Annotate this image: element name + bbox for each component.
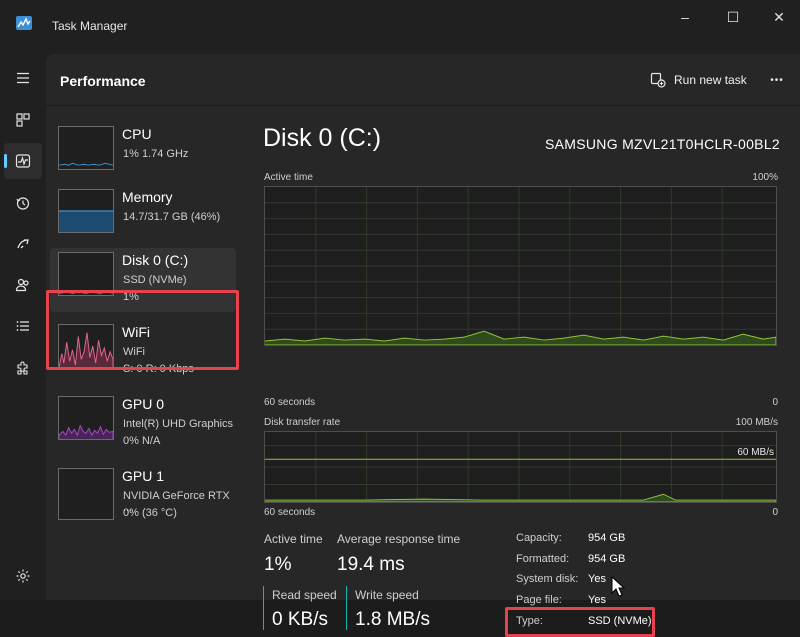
page-file-value: Yes: [588, 594, 606, 606]
more-options-button[interactable]: •••: [762, 64, 792, 96]
transfer-rate-graph-min: 0: [772, 507, 778, 518]
nav-startup-apps[interactable]: [4, 226, 42, 262]
memory-thumbnail-graph: [58, 189, 114, 233]
maximize-button[interactable]: ☐: [710, 0, 756, 34]
device-cpu[interactable]: CPU 1% 1.74 GHz: [50, 122, 236, 186]
run-task-icon: [650, 72, 666, 88]
device-usage: 0% (36 °C): [123, 507, 177, 519]
close-icon: ✕: [773, 8, 785, 25]
active-time-label: Active time: [264, 532, 323, 546]
active-time-graph-min: 0: [772, 397, 778, 408]
startup-icon: [17, 239, 29, 249]
device-list: CPU 1% 1.74 GHz Memory 14.7/31.7 GB (46%…: [46, 108, 246, 600]
formatted-label: Formatted:: [516, 553, 570, 565]
run-new-task-label: Run new task: [674, 73, 747, 87]
gpu0-thumbnail-graph: [58, 396, 114, 440]
minimize-icon: –: [681, 9, 689, 25]
device-gpu-1[interactable]: GPU 1 NVIDIA GeForce RTX ... 0% (36 °C): [50, 464, 236, 528]
device-memory[interactable]: Memory 14.7/31.7 GB (46%): [50, 185, 236, 249]
device-name: GPU 1: [122, 468, 165, 484]
more-options-icon: •••: [770, 74, 784, 86]
active-time-graph-duration: 60 seconds: [264, 397, 316, 408]
services-puzzle-icon: [17, 361, 28, 375]
device-gpu-0[interactable]: GPU 0 Intel(R) UHD Graphics 0% N/A: [50, 392, 236, 456]
disk-detail-panel: Disk 0 (C:) SAMSUNG MZVL21T0HCLR-00BL2 A…: [260, 108, 800, 637]
highlight-box-disk: [46, 290, 239, 370]
users-icon: [15, 278, 29, 292]
mouse-cursor-icon: [611, 576, 625, 597]
gear-icon: [16, 569, 30, 583]
device-stat: 1% 1.74 GHz: [123, 148, 189, 160]
disk-model: SAMSUNG MZVL21T0HCLR-00BL2: [545, 136, 780, 152]
device-stat: 14.7/31.7 GB (46%): [123, 211, 221, 223]
history-icon: [16, 197, 30, 210]
avg-response-label: Average response time: [337, 532, 461, 546]
nav-services[interactable]: [4, 350, 42, 386]
page-header: Performance Run new task •••: [46, 54, 800, 106]
active-time-graph-label: Active time: [264, 172, 313, 183]
maximize-icon: ☐: [726, 8, 740, 25]
read-speed-value: 0 KB/s: [272, 609, 328, 630]
device-name: Disk 0 (C:): [122, 252, 189, 268]
active-time-graph-max: 100%: [752, 172, 778, 183]
hamburger-menu-button[interactable]: [4, 60, 42, 96]
nav-users[interactable]: [4, 267, 42, 303]
gpu1-thumbnail-graph: [58, 468, 114, 520]
transfer-rate-graph: [264, 431, 777, 503]
device-name: CPU: [122, 126, 152, 142]
device-model: Intel(R) UHD Graphics: [123, 418, 234, 430]
transfer-rate-graph-label: Disk transfer rate: [264, 417, 341, 428]
task-manager-window: Task Manager – ☐ ✕ Performance Run new t…: [0, 0, 800, 637]
device-type: SSD (NVMe): [123, 274, 187, 286]
read-speed-indicator: [263, 586, 264, 630]
nav-app-history[interactable]: [4, 185, 42, 221]
task-manager-app-icon: [16, 16, 32, 30]
minimize-button[interactable]: –: [662, 0, 708, 34]
highlight-box-type: [505, 607, 655, 637]
nav-settings[interactable]: [4, 558, 42, 594]
processes-icon: [16, 113, 30, 127]
close-button[interactable]: ✕: [756, 0, 800, 34]
capacity-label: Capacity:: [516, 532, 562, 544]
navigation-rail: [0, 54, 46, 600]
transfer-rate-scale-marker: 60 MB/s: [737, 447, 774, 458]
window-title: Task Manager: [52, 19, 128, 33]
system-disk-value: Yes: [588, 573, 606, 585]
nav-performance[interactable]: [4, 143, 42, 179]
cpu-thumbnail-graph: [58, 126, 114, 170]
title-bar[interactable]: Task Manager – ☐ ✕: [0, 0, 800, 54]
device-name: Memory: [122, 189, 173, 205]
disk-title: Disk 0 (C:): [263, 124, 382, 152]
formatted-value: 954 GB: [588, 553, 626, 565]
performance-icon: [15, 154, 31, 168]
hamburger-icon: [17, 72, 29, 84]
nav-processes[interactable]: [4, 102, 42, 138]
details-list-icon: [16, 321, 29, 331]
active-time-value: 1%: [264, 554, 292, 575]
run-new-task-button[interactable]: Run new task: [644, 64, 750, 96]
device-usage: 0% N/A: [123, 435, 161, 447]
avg-response-value: 19.4 ms: [337, 554, 405, 575]
capacity-value: 954 GB: [588, 532, 626, 544]
main-content: Performance Run new task ••• CPU 1% 1.74…: [46, 54, 800, 637]
write-speed-value: 1.8 MB/s: [355, 609, 430, 630]
transfer-rate-graph-max: 100 MB/s: [735, 417, 778, 428]
page-file-label: Page file:: [516, 594, 562, 606]
transfer-rate-graph-duration: 60 seconds: [264, 507, 316, 518]
active-time-graph: [264, 186, 777, 346]
nav-details[interactable]: [4, 308, 42, 344]
device-name: GPU 0: [122, 396, 165, 412]
system-disk-label: System disk:: [516, 573, 579, 585]
page-title: Performance: [60, 73, 146, 89]
write-speed-indicator: [346, 586, 347, 630]
